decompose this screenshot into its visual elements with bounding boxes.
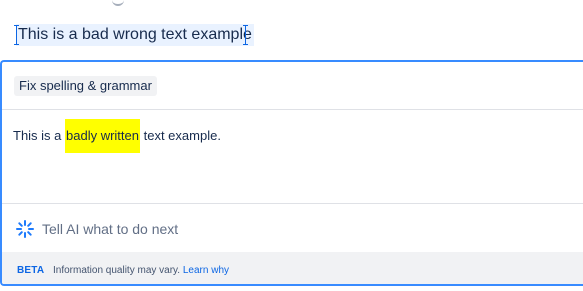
cropped-text-fragment <box>112 0 124 6</box>
footer-note-text: Information quality may vary. <box>53 265 181 276</box>
beta-badge: BETA <box>17 265 45 276</box>
result-highlight: badly written <box>65 119 140 153</box>
ai-prompt-input[interactable]: Tell AI what to do next <box>42 220 178 238</box>
ai-panel-footer: BETA Information quality may vary. Learn… <box>2 252 583 284</box>
selected-text[interactable]: This is a bad wrong text example <box>16 24 254 46</box>
ai-action-chip[interactable]: Fix spelling & grammar <box>14 76 157 96</box>
ai-prompt-row[interactable]: Tell AI what to do next <box>2 204 583 252</box>
selection-start-handle[interactable] <box>14 25 19 45</box>
selection-end-handle[interactable] <box>243 25 248 45</box>
ai-result-area: This is a badly written text example. <box>2 110 583 204</box>
sparkle-icon <box>16 220 34 238</box>
ai-result-text[interactable]: This is a badly written text example. <box>13 119 221 153</box>
footer-disclaimer: Information quality may vary. Learn why <box>53 264 229 278</box>
ai-assist-panel: Fix spelling & grammar This is a badly w… <box>0 60 583 286</box>
learn-why-link[interactable]: Learn why <box>183 265 229 276</box>
ai-action-row: Fix spelling & grammar <box>2 62 583 110</box>
result-text-before: This is a <box>13 128 66 143</box>
result-text-after: text example. <box>140 128 221 143</box>
editor-page: This is a bad wrong text example Fix spe… <box>0 0 583 291</box>
